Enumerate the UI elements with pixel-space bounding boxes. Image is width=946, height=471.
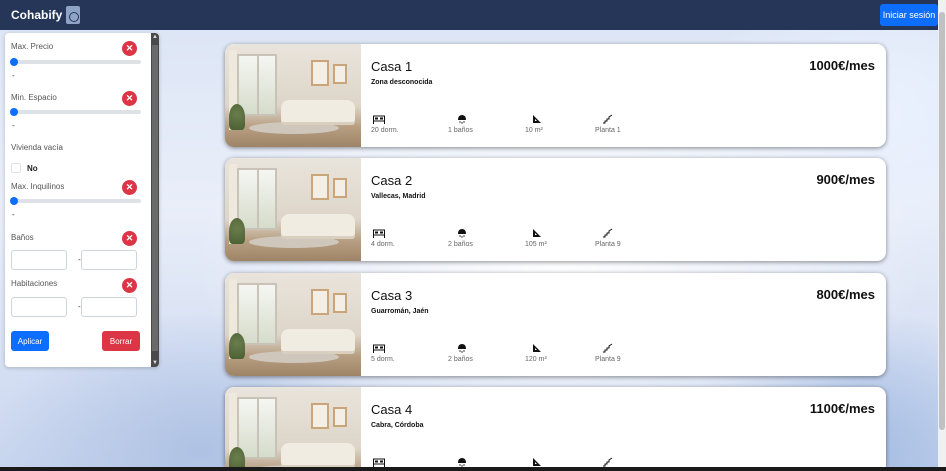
scroll-up-icon[interactable]: ▲ bbox=[151, 33, 159, 41]
bedrooms-count: 4 dorm. bbox=[371, 241, 395, 248]
bathrooms-count: 1 baños bbox=[448, 127, 473, 134]
clear-rooms-button[interactable]: ✕ bbox=[122, 278, 137, 293]
max-price-value: - bbox=[12, 71, 15, 80]
area-value: 105 m² bbox=[525, 241, 547, 248]
window-bottom-edge bbox=[0, 467, 946, 471]
brand-name[interactable]: Cohabify bbox=[11, 8, 62, 22]
bedrooms-count: 20 dorm. bbox=[371, 127, 399, 134]
max-tenants-slider[interactable] bbox=[10, 197, 141, 205]
login-button[interactable]: Iniciar sesión bbox=[880, 4, 938, 26]
shower-icon bbox=[454, 342, 470, 354]
sidebar-scrollbar[interactable]: ▲ ▼ bbox=[151, 33, 159, 367]
floor-value: Planta 9 bbox=[595, 241, 621, 248]
listing-card[interactable]: Casa 4 Cabra, Córdoba 1100€/mes bbox=[225, 387, 886, 467]
bed-icon bbox=[371, 342, 387, 354]
listing-title[interactable]: Casa 4 bbox=[371, 402, 412, 417]
logo-icon[interactable] bbox=[66, 6, 81, 24]
bed-icon bbox=[371, 113, 387, 125]
stairs-icon bbox=[599, 227, 615, 239]
listing-price: 800€/mes bbox=[816, 287, 875, 302]
empty-home-label: Vivienda vacía bbox=[11, 143, 63, 152]
empty-home-option-label[interactable]: No bbox=[27, 164, 38, 173]
min-space-value: - bbox=[12, 121, 15, 130]
floor-value: Planta 9 bbox=[595, 356, 621, 363]
listing-photo[interactable] bbox=[225, 387, 361, 467]
listing-photo[interactable] bbox=[225, 273, 361, 376]
stairs-icon bbox=[599, 113, 615, 125]
rooms-label: Habitaciones bbox=[11, 279, 58, 288]
empty-home-option[interactable]: No bbox=[11, 163, 38, 173]
shower-icon bbox=[454, 227, 470, 239]
page-scrollbar[interactable] bbox=[938, 0, 946, 471]
bathrooms-min-input[interactable] bbox=[11, 250, 67, 270]
clear-max-tenants-button[interactable]: ✕ bbox=[122, 180, 137, 195]
listing-card[interactable]: Casa 3 Guarromán, Jaén 800€/mes 5 dorm. … bbox=[225, 273, 886, 376]
bathrooms-label: Baños bbox=[11, 233, 34, 242]
area-value: 120 m² bbox=[525, 356, 547, 363]
listing-price: 900€/mes bbox=[816, 172, 875, 187]
area-icon bbox=[529, 113, 545, 125]
listing-location: Vallecas, Madrid bbox=[371, 193, 426, 200]
area-icon bbox=[529, 456, 545, 467]
area-icon bbox=[529, 227, 545, 239]
rooms-max-input[interactable] bbox=[81, 297, 137, 317]
listing-card[interactable]: Casa 1 Zona desconocida 1000€/mes 20 dor… bbox=[225, 44, 886, 147]
listing-location: Guarromán, Jaén bbox=[371, 308, 429, 315]
rooms-min-input[interactable] bbox=[11, 297, 67, 317]
page-scroll-thumb[interactable] bbox=[939, 12, 945, 430]
brand[interactable]: Cohabify bbox=[11, 6, 81, 24]
scroll-down-icon[interactable]: ▼ bbox=[151, 359, 159, 367]
bathrooms-max-input[interactable] bbox=[81, 250, 137, 270]
floor-value: Planta 1 bbox=[595, 127, 621, 134]
stairs-icon bbox=[599, 456, 615, 467]
max-price-label: Max. Precio bbox=[11, 42, 54, 51]
slider-handle[interactable] bbox=[10, 197, 18, 205]
slider-handle[interactable] bbox=[10, 108, 18, 116]
area-icon bbox=[529, 342, 545, 354]
top-navbar: Cohabify Iniciar sesión bbox=[0, 0, 938, 30]
listing-location: Cabra, Córdoba bbox=[371, 422, 424, 429]
min-space-label: Min. Espacio bbox=[11, 93, 57, 102]
shower-icon bbox=[454, 113, 470, 125]
max-price-slider[interactable] bbox=[10, 58, 141, 66]
listing-title[interactable]: Casa 3 bbox=[371, 288, 412, 303]
listing-location: Zona desconocida bbox=[371, 79, 433, 86]
bedrooms-count: 5 dorm. bbox=[371, 356, 395, 363]
listing-title[interactable]: Casa 2 bbox=[371, 173, 412, 188]
sidebar-scroll-thumb[interactable] bbox=[152, 45, 158, 351]
listing-photo[interactable] bbox=[225, 158, 361, 261]
shower-icon bbox=[454, 456, 470, 467]
slider-handle[interactable] bbox=[10, 58, 18, 66]
area-value: 10 m² bbox=[525, 127, 543, 134]
apply-filters-button[interactable]: Aplicar bbox=[11, 331, 49, 351]
bed-icon bbox=[371, 456, 387, 467]
listing-price: 1100€/mes bbox=[809, 401, 875, 416]
listing-card[interactable]: Casa 2 Vallecas, Madrid 900€/mes 4 dorm.… bbox=[225, 158, 886, 261]
clear-filters-button[interactable]: Borrar bbox=[102, 331, 140, 351]
listing-price: 1000€/mes bbox=[809, 58, 875, 73]
clear-bathrooms-button[interactable]: ✕ bbox=[122, 231, 137, 246]
bathrooms-count: 2 baños bbox=[448, 241, 473, 248]
bathrooms-count: 2 baños bbox=[448, 356, 473, 363]
clear-max-price-button[interactable]: ✕ bbox=[122, 41, 137, 56]
filter-sidebar: Max. Precio ✕ - Min. Espacio ✕ - Viviend… bbox=[5, 33, 159, 367]
filter-panel: Max. Precio ✕ - Min. Espacio ✕ - Viviend… bbox=[5, 33, 151, 367]
listing-title[interactable]: Casa 1 bbox=[371, 59, 412, 74]
bed-icon bbox=[371, 227, 387, 239]
stairs-icon bbox=[599, 342, 615, 354]
clear-min-space-button[interactable]: ✕ bbox=[122, 91, 137, 106]
listing-photo[interactable] bbox=[225, 44, 361, 147]
empty-home-checkbox[interactable] bbox=[11, 163, 21, 173]
max-tenants-value: - bbox=[12, 210, 15, 219]
min-space-slider[interactable] bbox=[10, 108, 141, 116]
max-tenants-label: Max. Inquilinos bbox=[11, 182, 65, 191]
